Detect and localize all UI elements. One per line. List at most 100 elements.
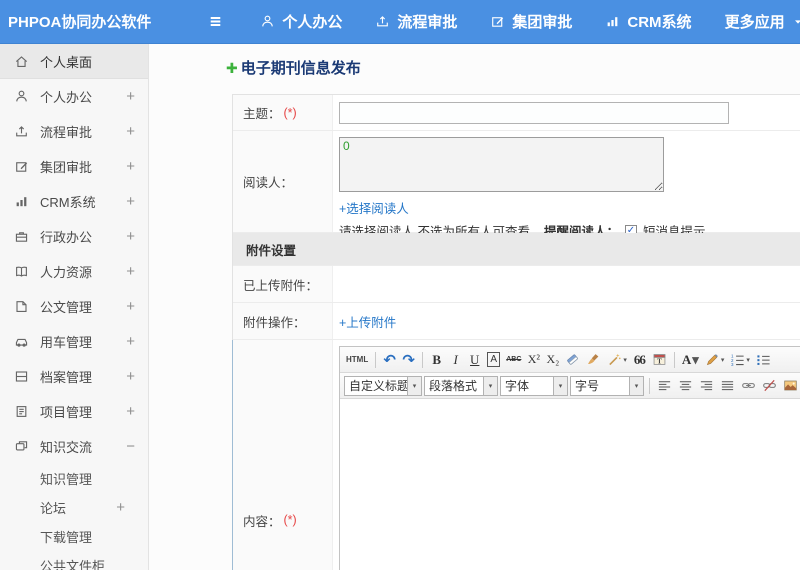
- attachment-ops-row: 附件操作： +上传附件: [233, 303, 800, 340]
- align-center-button[interactable]: [676, 375, 695, 397]
- paragraph-format-select[interactable]: 段落格式 ▾: [424, 375, 498, 396]
- font-family-select[interactable]: 字体 ▾: [500, 375, 568, 396]
- toolbar-separator: [673, 351, 675, 368]
- expand-plus-icon[interactable]: +: [126, 158, 135, 175]
- sidebar-item-workflow-approval[interactable]: 流程审批 +: [0, 114, 148, 149]
- ordered-list-button[interactable]: 1 2 3 ▾: [728, 349, 752, 371]
- font-size-select[interactable]: 字号 ▾: [570, 375, 644, 396]
- page-title: ✚ 电子期刊信息发布: [226, 57, 800, 78]
- sidebar-item-knowledge-exchange[interactable]: 知识交流 −: [0, 429, 148, 464]
- sidebar-item-project-management[interactable]: 项目管理 +: [0, 394, 148, 429]
- subject-value-cell: [333, 95, 800, 130]
- upload-attachment-link[interactable]: +上传附件: [339, 312, 396, 331]
- align-justify-icon: [720, 378, 735, 393]
- sidebar-item-vehicle-management[interactable]: 用车管理 +: [0, 324, 148, 359]
- dropdown-caret-icon[interactable]: ▾: [629, 376, 643, 395]
- italic-button[interactable]: I: [447, 349, 464, 371]
- collapse-minus-icon[interactable]: −: [126, 438, 135, 455]
- expand-plus-icon[interactable]: +: [116, 499, 125, 516]
- sidebar-item-label: 个人桌面: [40, 54, 93, 70]
- blockquote-button[interactable]: 66: [631, 349, 648, 371]
- superscript-button[interactable]: X²: [525, 349, 542, 371]
- readers-row: 阅读人： 0 +选择阅读人 请选择阅读人,不选为所有人可查看 提醒阅读人： ✓ …: [233, 131, 800, 239]
- html-source-button[interactable]: HTML: [344, 349, 370, 371]
- topnav-item-crm-system[interactable]: CRM系统: [605, 11, 692, 32]
- subject-label-cell: 主题： (*): [233, 95, 333, 130]
- align-left-button[interactable]: [655, 375, 674, 397]
- align-right-button[interactable]: [697, 375, 716, 397]
- topnav-item-group-approval[interactable]: 集团审批: [490, 11, 572, 32]
- paste-word-button[interactable]: T: [650, 349, 669, 371]
- expand-plus-icon[interactable]: +: [126, 88, 135, 105]
- font-box-button[interactable]: A: [485, 349, 502, 371]
- menu-toggle-button[interactable]: [207, 13, 224, 30]
- unlink-button[interactable]: [760, 375, 779, 397]
- sidebar-item-document-management[interactable]: 公文管理 +: [0, 289, 148, 324]
- attachment-ops-value: +上传附件: [333, 303, 800, 339]
- strikethrough-button[interactable]: ABC: [504, 349, 523, 371]
- dropdown-caret-icon[interactable]: ▾: [553, 376, 567, 395]
- subject-input[interactable]: [339, 101, 729, 124]
- format-brush-button[interactable]: [584, 349, 603, 371]
- expand-plus-icon[interactable]: +: [126, 403, 135, 420]
- sidebar-item-group-approval[interactable]: 集团审批 +: [0, 149, 148, 184]
- highlight-color-button[interactable]: ▾: [703, 349, 727, 371]
- expand-plus-icon[interactable]: +: [126, 333, 135, 350]
- sidebar-item-crm-system[interactable]: CRM系统 +: [0, 184, 148, 219]
- font-color-button[interactable]: A ▾: [680, 349, 701, 371]
- sidebar-item-admin-office[interactable]: 行政办公 +: [0, 219, 148, 254]
- editor-content-area[interactable]: [340, 399, 800, 570]
- top-navigation-bar: PHPOA协同办公软件 个人办公 流程审批 集团审批 CRM系统 更多应用: [0, 0, 800, 44]
- attachment-section-title: 附件设置: [233, 233, 800, 265]
- expand-plus-icon[interactable]: +: [126, 263, 135, 280]
- subscript-button[interactable]: X₂: [544, 349, 561, 371]
- caret-down-icon: [792, 16, 800, 28]
- uploaded-attachments-label: 已上传附件：: [243, 278, 319, 293]
- sidebar-item-public-file-cabinet[interactable]: 公共文件柜: [0, 551, 148, 570]
- align-justify-button[interactable]: [718, 375, 737, 397]
- sidebar-item-download-management[interactable]: 下载管理: [0, 522, 148, 551]
- unordered-list-button[interactable]: [754, 349, 773, 371]
- sidebar-item-forum[interactable]: 论坛 +: [0, 493, 148, 522]
- archive-icon: [14, 369, 30, 384]
- topnav-item-more-apps[interactable]: 更多应用: [725, 11, 800, 32]
- custom-title-select[interactable]: 自定义标题 ▾: [344, 375, 422, 396]
- toolbar-button-label: B: [432, 351, 442, 367]
- sidebar-item-human-resources[interactable]: 人力资源 +: [0, 254, 148, 289]
- autotypeset-button[interactable]: ▾: [605, 349, 629, 371]
- expand-plus-icon[interactable]: +: [126, 368, 135, 385]
- bold-button[interactable]: B: [428, 349, 445, 371]
- link-icon: [741, 378, 756, 393]
- sidebar-item-personal-desktop[interactable]: 个人桌面: [0, 44, 148, 79]
- sidebar-item-label: 公共文件柜: [40, 559, 106, 570]
- dropdown-caret-icon: ▾: [720, 356, 725, 364]
- project-icon: [14, 404, 30, 419]
- expand-plus-icon[interactable]: +: [126, 193, 135, 210]
- redo-button[interactable]: ↷: [400, 349, 417, 371]
- sidebar-item-label: CRM系统: [40, 195, 96, 210]
- topnav-item-personal-office[interactable]: 个人办公: [260, 11, 342, 32]
- dropdown-caret-icon[interactable]: ▾: [483, 376, 497, 395]
- page-layout: 个人桌面 个人办公 + 流程审批 + 集团审批 + CRM系统 + 行政办公 + 人力资源 + 公文管理 +…: [0, 44, 800, 570]
- subject-row: 主题： (*): [233, 95, 800, 131]
- topnav-item-workflow-approval[interactable]: 流程审批: [375, 11, 457, 32]
- expand-plus-icon[interactable]: +: [126, 298, 135, 315]
- readers-textarea[interactable]: 0: [339, 137, 664, 192]
- uploaded-attachments-value: [333, 266, 800, 302]
- undo-button[interactable]: ↶: [381, 349, 398, 371]
- sidebar-item-label: 知识交流: [40, 440, 93, 455]
- eraser-button[interactable]: [563, 349, 582, 371]
- link-button[interactable]: [739, 375, 758, 397]
- sidebar-item-archive-management[interactable]: 档案管理 +: [0, 359, 148, 394]
- sidebar-item-knowledge-management[interactable]: 知识管理: [0, 464, 148, 493]
- uploaded-label-cell: 已上传附件：: [233, 266, 333, 302]
- ordered-list-icon: 123: [730, 352, 745, 367]
- sidebar-item-personal-office[interactable]: 个人办公 +: [0, 79, 148, 114]
- expand-plus-icon[interactable]: +: [126, 123, 135, 140]
- insert-image-button[interactable]: [781, 375, 800, 397]
- dropdown-caret-icon[interactable]: ▾: [407, 376, 421, 395]
- expand-plus-icon[interactable]: +: [126, 228, 135, 245]
- underline-button[interactable]: U: [466, 349, 483, 371]
- edit-icon: [14, 159, 30, 174]
- select-readers-link[interactable]: +选择阅读人: [339, 202, 409, 216]
